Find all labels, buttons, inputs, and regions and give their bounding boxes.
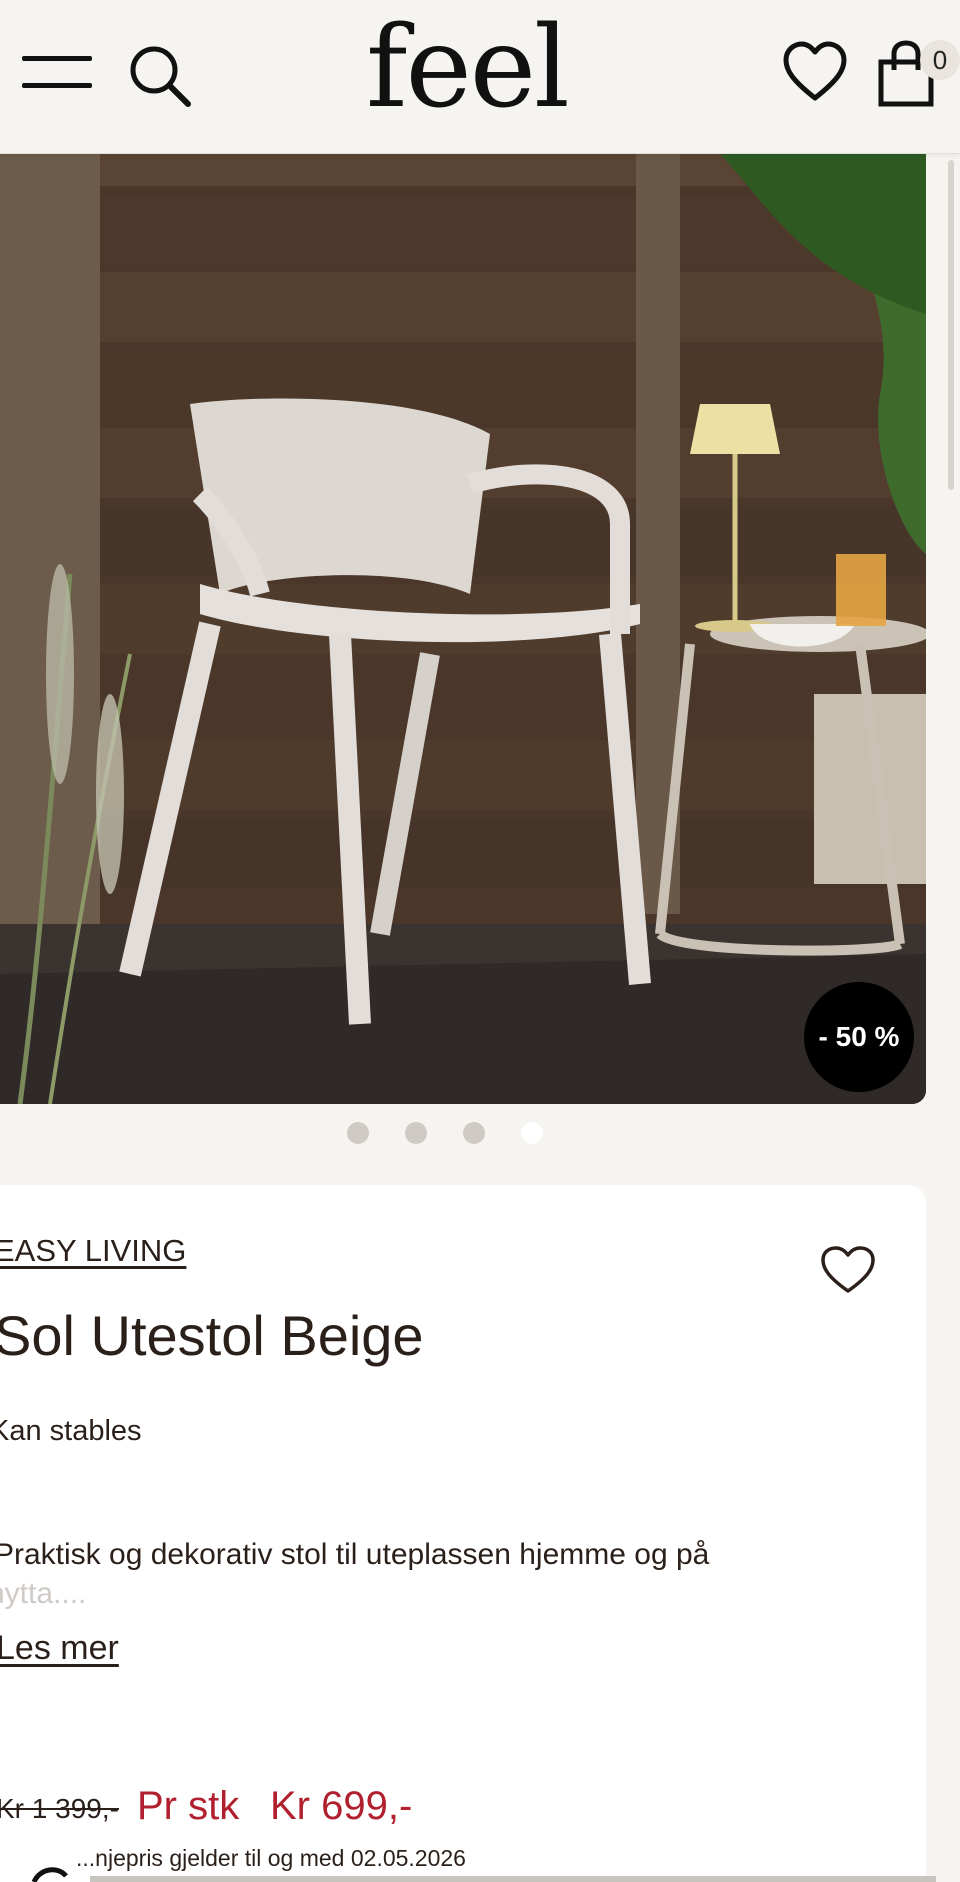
product-photo: [0, 154, 926, 1104]
product-description: Praktisk og dekorativ stol til uteplasse…: [0, 1538, 710, 1571]
product-info-card: EASY LIVING Sol Utestol Beige Kan stable…: [0, 1185, 926, 1882]
product-description-faded: hytta....: [0, 1577, 87, 1610]
sale-price: Kr 699,-: [270, 1784, 413, 1828]
menu-icon[interactable]: [22, 56, 92, 96]
add-to-wishlist-heart-icon[interactable]: [820, 1245, 876, 1295]
site-logo[interactable]: feel: [366, 12, 570, 124]
product-image-gallery[interactable]: [0, 154, 926, 1104]
product-subtitle: Kan stables: [0, 1415, 142, 1447]
price-unit-label: Pr stk: [137, 1784, 240, 1828]
gallery-dot-2[interactable]: [405, 1122, 427, 1144]
product-title: Sol Utestol Beige: [0, 1304, 424, 1367]
refresh-icon: [31, 1867, 68, 1882]
read-more-link[interactable]: Les mer: [0, 1629, 119, 1668]
cart-count-badge[interactable]: 0: [920, 40, 960, 80]
search-icon[interactable]: [126, 42, 194, 110]
bottom-divider: [90, 1876, 936, 1882]
gallery-dot-4[interactable]: [521, 1122, 543, 1144]
brand-link[interactable]: EASY LIVING: [0, 1233, 186, 1269]
gallery-dot-1[interactable]: [347, 1122, 369, 1144]
campaign-price-note: ...njepris gjelder til og med 02.05.2026: [76, 1845, 466, 1871]
gallery-dot-3[interactable]: [463, 1122, 485, 1144]
gallery-pagination: [0, 1120, 960, 1150]
heart-icon[interactable]: [782, 40, 848, 104]
scrollbar[interactable]: [948, 160, 954, 490]
old-price: Kr 1 399,-: [0, 1793, 119, 1824]
site-header: feel 0: [0, 0, 960, 154]
discount-badge: - 50 %: [804, 982, 914, 1092]
